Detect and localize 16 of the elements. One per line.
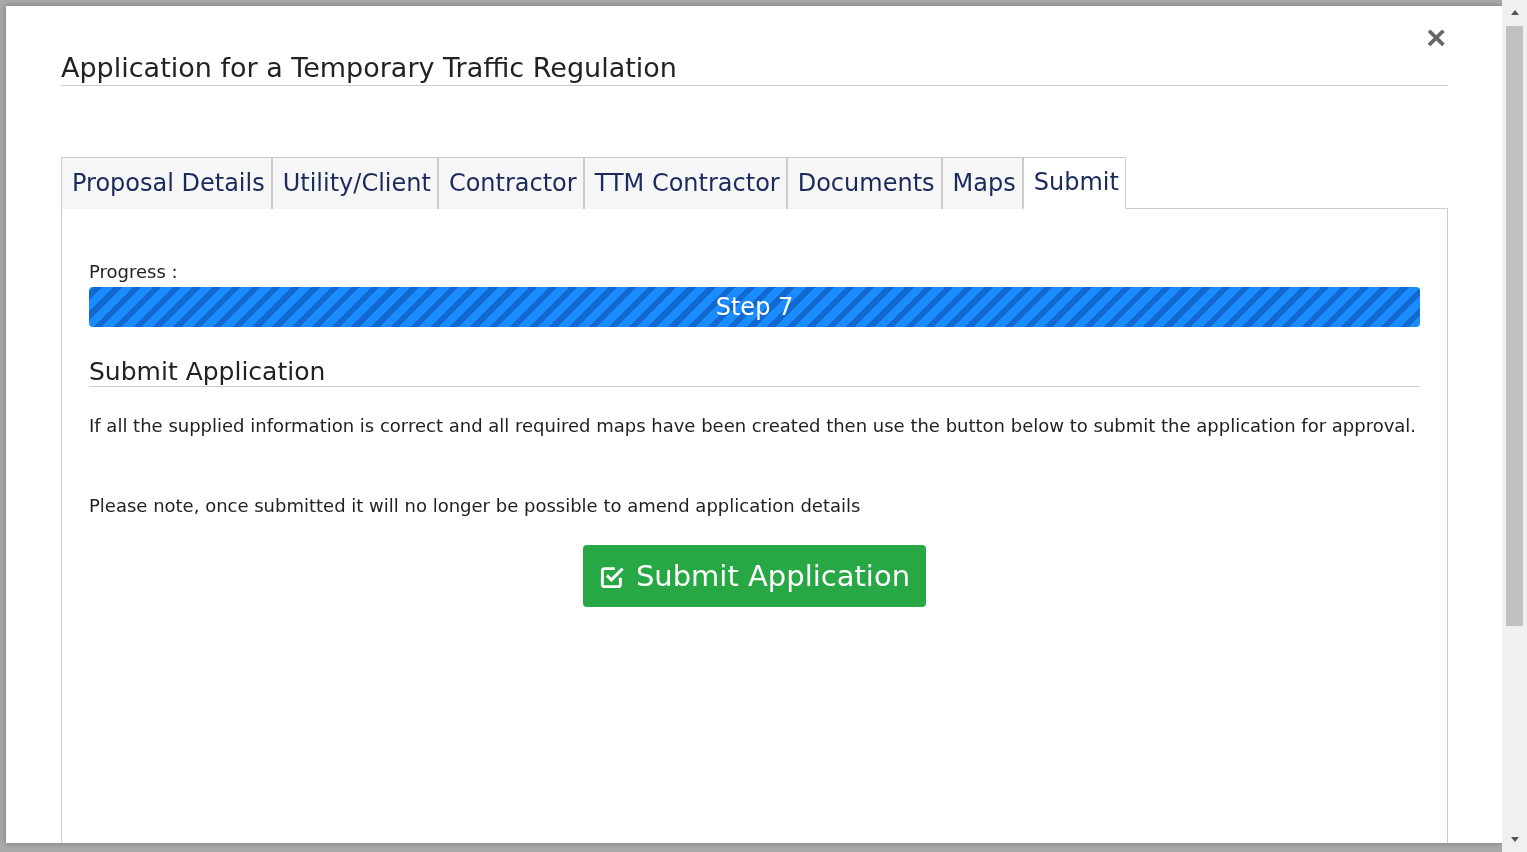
tab[interactable]: Contractor xyxy=(437,157,584,209)
progress-fill: Step 7 xyxy=(89,287,1420,327)
scroll-up-icon[interactable] xyxy=(1509,8,1520,18)
tab[interactable]: Maps xyxy=(941,157,1023,209)
progress-label: Progress : xyxy=(89,261,179,282)
scroll-down-icon[interactable] xyxy=(1509,834,1520,844)
tab[interactable]: Utility/Client xyxy=(271,157,438,209)
tab[interactable]: Submit xyxy=(1022,157,1126,209)
section-heading: Submit Application xyxy=(89,357,1420,387)
tab[interactable]: TTM Contractor xyxy=(583,157,787,209)
tab[interactable]: Proposal Details xyxy=(61,157,272,209)
paragraph: Please note, once submitted it will no longer be possible to amend application details xyxy=(89,494,862,518)
tab[interactable]: Documents xyxy=(786,157,942,209)
paragraph: If all the supplied information is correct and all required maps have been created then use the button below to submit the application for approval. xyxy=(89,414,1418,438)
dialog-title: Application for a Temporary Traffic Regulation xyxy=(61,51,677,83)
close-button[interactable]: × xyxy=(1426,20,1446,54)
